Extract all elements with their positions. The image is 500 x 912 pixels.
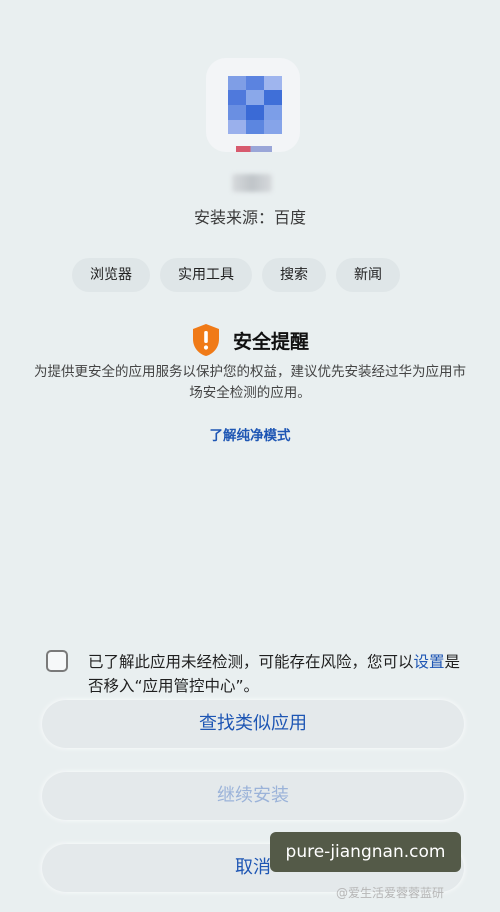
install-source: 安装来源：百度 [193,208,306,227]
continue-install-button[interactable]: 继续安装 [42,772,464,820]
tag-browser[interactable]: 浏览器 [72,258,150,292]
acknowledge-risk-checkbox[interactable] [46,650,68,672]
tag-news[interactable]: 新闻 [336,258,400,292]
app-icon-mosaic [228,76,282,134]
security-warning-description: 为提供更安全的应用服务以保护您的权益，建议优先安装经过华为应用市场安全检测的应用… [34,364,466,401]
risk-text-before: 已了解此应用未经检测，可能存在风险，您可以 [88,653,414,671]
tag-utilities[interactable]: 实用工具 [160,258,252,292]
app-name-redacted [232,174,272,192]
category-tags: 浏览器 实用工具 搜索 新闻 [72,258,400,292]
shield-alert-icon [192,324,219,356]
risk-acknowledgement-text: 已了解此应用未经检测，可能存在风险，您可以设置是否移入“应用管控中心”。 [88,650,468,698]
app-icon [206,58,300,152]
find-similar-apps-button[interactable]: 查找类似应用 [42,700,464,748]
watermark-badge: pure-jiangnan.com [270,832,461,872]
settings-link[interactable]: 设置 [414,653,445,671]
security-warning-header: 安全提醒 [0,323,500,357]
security-warning-title: 安全提醒 [232,330,309,353]
app-icon-bar [236,146,272,152]
watermark-caption: @爱生活爱蓉蓉蓝研 [336,886,445,900]
learn-pure-mode-link[interactable]: 了解纯净模式 [0,424,500,444]
tag-search[interactable]: 搜索 [262,258,326,292]
